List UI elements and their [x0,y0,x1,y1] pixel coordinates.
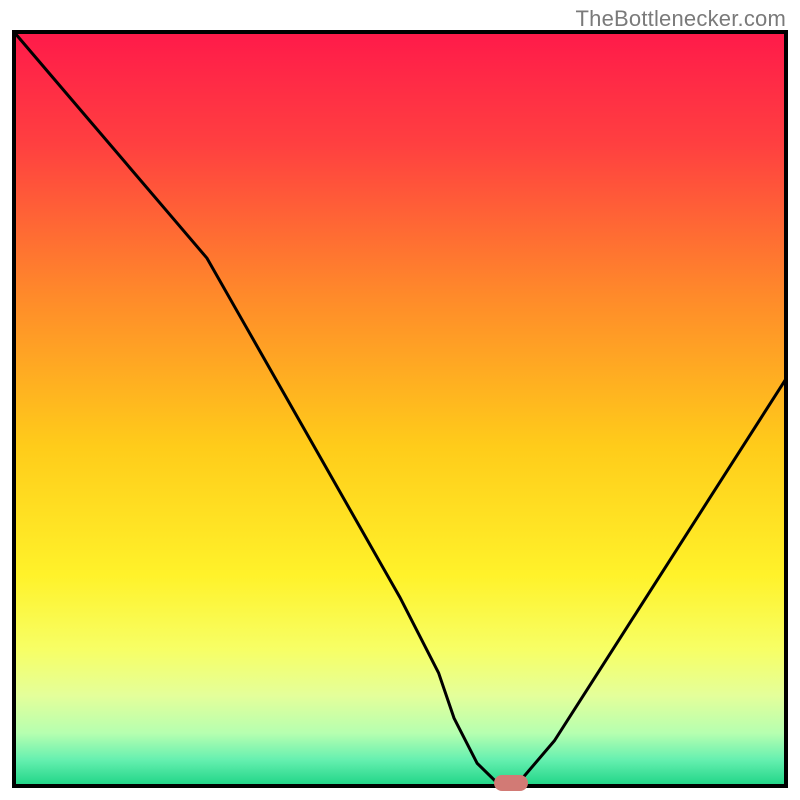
attribution-label: TheBottlenecker.com [576,6,786,32]
plot-area [14,32,786,791]
bottleneck-chart [0,0,800,800]
optimum-marker [494,775,528,791]
chart-container: TheBottlenecker.com [0,0,800,800]
gradient-background [14,32,786,786]
